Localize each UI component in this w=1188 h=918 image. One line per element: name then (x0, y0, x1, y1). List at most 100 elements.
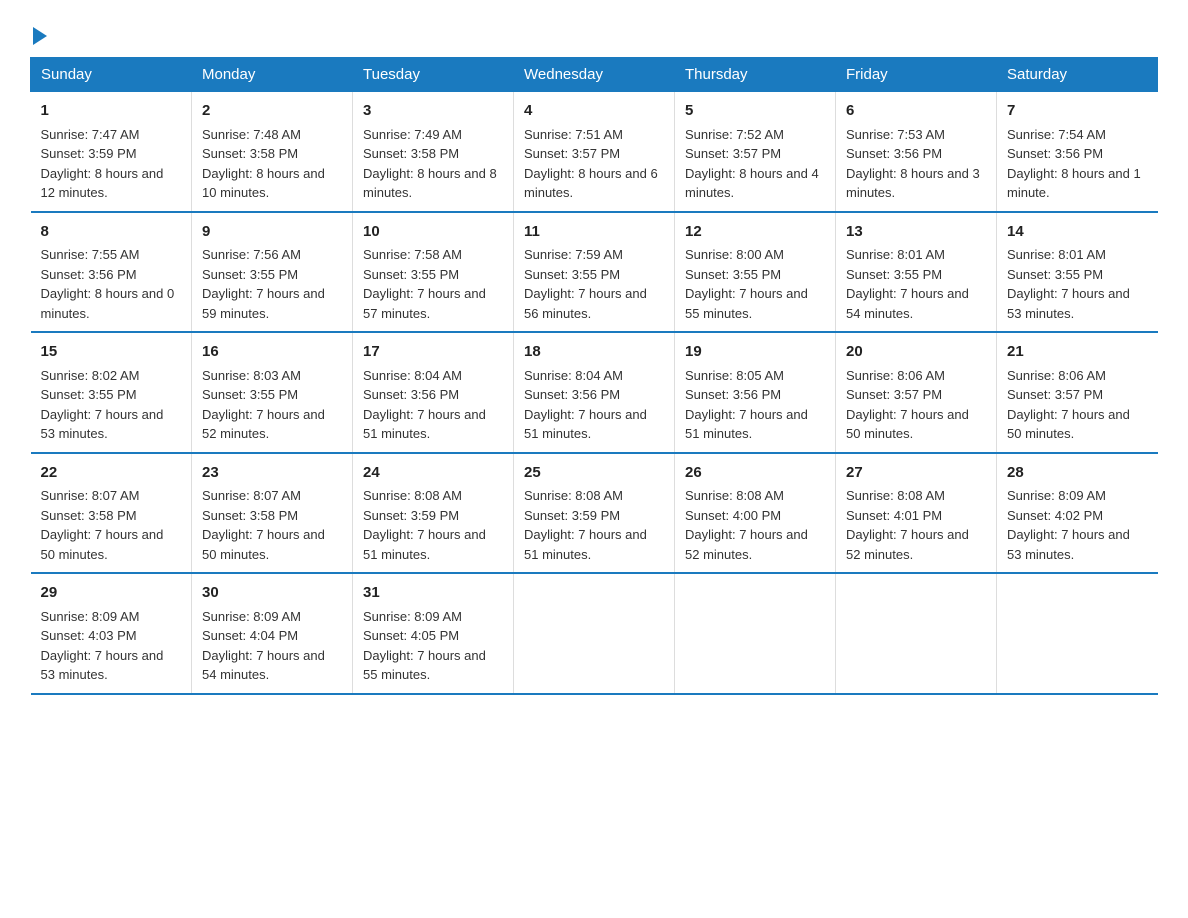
sunrise-info: Sunrise: 8:09 AM (363, 609, 462, 624)
sunrise-info: Sunrise: 8:06 AM (1007, 368, 1106, 383)
day-number: 24 (363, 462, 503, 485)
sunset-info: Sunset: 3:55 PM (524, 267, 620, 282)
calendar-cell: 4 Sunrise: 7:51 AM Sunset: 3:57 PM Dayli… (514, 92, 675, 212)
sunrise-info: Sunrise: 8:04 AM (524, 368, 623, 383)
sunrise-info: Sunrise: 8:00 AM (685, 247, 784, 262)
daylight-info: Daylight: 7 hours and 54 minutes. (202, 648, 325, 683)
calendar-cell: 6 Sunrise: 7:53 AM Sunset: 3:56 PM Dayli… (836, 92, 997, 212)
day-number: 8 (41, 221, 182, 244)
daylight-info: Daylight: 7 hours and 52 minutes. (202, 407, 325, 442)
day-number: 23 (202, 462, 342, 485)
daylight-info: Daylight: 7 hours and 51 minutes. (524, 407, 647, 442)
calendar-cell (836, 573, 997, 694)
sunrise-info: Sunrise: 7:54 AM (1007, 127, 1106, 142)
calendar-cell: 21 Sunrise: 8:06 AM Sunset: 3:57 PM Dayl… (997, 332, 1158, 453)
calendar-header-row: SundayMondayTuesdayWednesdayThursdayFrid… (31, 58, 1158, 92)
calendar-cell: 27 Sunrise: 8:08 AM Sunset: 4:01 PM Dayl… (836, 453, 997, 574)
sunrise-info: Sunrise: 8:02 AM (41, 368, 140, 383)
calendar-cell: 14 Sunrise: 8:01 AM Sunset: 3:55 PM Dayl… (997, 212, 1158, 333)
daylight-info: Daylight: 7 hours and 51 minutes. (524, 527, 647, 562)
day-number: 20 (846, 341, 986, 364)
calendar-cell: 16 Sunrise: 8:03 AM Sunset: 3:55 PM Dayl… (192, 332, 353, 453)
calendar-cell: 13 Sunrise: 8:01 AM Sunset: 3:55 PM Dayl… (836, 212, 997, 333)
day-number: 3 (363, 100, 503, 123)
daylight-info: Daylight: 7 hours and 51 minutes. (363, 527, 486, 562)
sunset-info: Sunset: 3:58 PM (363, 146, 459, 161)
calendar-table: SundayMondayTuesdayWednesdayThursdayFrid… (30, 57, 1158, 695)
sunrise-info: Sunrise: 7:55 AM (41, 247, 140, 262)
daylight-info: Daylight: 8 hours and 0 minutes. (41, 286, 175, 321)
daylight-info: Daylight: 7 hours and 55 minutes. (685, 286, 808, 321)
sunrise-info: Sunrise: 8:08 AM (363, 488, 462, 503)
daylight-info: Daylight: 7 hours and 50 minutes. (41, 527, 164, 562)
sunset-info: Sunset: 3:55 PM (41, 387, 137, 402)
daylight-info: Daylight: 7 hours and 51 minutes. (363, 407, 486, 442)
header-thursday: Thursday (675, 58, 836, 92)
daylight-info: Daylight: 7 hours and 50 minutes. (202, 527, 325, 562)
sunrise-info: Sunrise: 8:09 AM (41, 609, 140, 624)
header-tuesday: Tuesday (353, 58, 514, 92)
calendar-cell: 29 Sunrise: 8:09 AM Sunset: 4:03 PM Dayl… (31, 573, 192, 694)
page-header (30, 20, 1158, 45)
day-number: 11 (524, 221, 664, 244)
sunrise-info: Sunrise: 7:51 AM (524, 127, 623, 142)
sunset-info: Sunset: 3:55 PM (1007, 267, 1103, 282)
sunrise-info: Sunrise: 8:05 AM (685, 368, 784, 383)
week-row-2: 8 Sunrise: 7:55 AM Sunset: 3:56 PM Dayli… (31, 212, 1158, 333)
daylight-info: Daylight: 7 hours and 53 minutes. (41, 648, 164, 683)
sunrise-info: Sunrise: 7:56 AM (202, 247, 301, 262)
calendar-cell: 7 Sunrise: 7:54 AM Sunset: 3:56 PM Dayli… (997, 92, 1158, 212)
header-sunday: Sunday (31, 58, 192, 92)
day-number: 1 (41, 100, 182, 123)
day-number: 5 (685, 100, 825, 123)
calendar-cell (514, 573, 675, 694)
day-number: 27 (846, 462, 986, 485)
sunset-info: Sunset: 3:59 PM (363, 508, 459, 523)
sunset-info: Sunset: 3:55 PM (685, 267, 781, 282)
sunset-info: Sunset: 4:04 PM (202, 628, 298, 643)
sunset-info: Sunset: 3:55 PM (846, 267, 942, 282)
daylight-info: Daylight: 7 hours and 56 minutes. (524, 286, 647, 321)
sunrise-info: Sunrise: 8:08 AM (524, 488, 623, 503)
sunset-info: Sunset: 3:57 PM (846, 387, 942, 402)
sunrise-info: Sunrise: 8:04 AM (363, 368, 462, 383)
calendar-cell: 18 Sunrise: 8:04 AM Sunset: 3:56 PM Dayl… (514, 332, 675, 453)
calendar-cell: 9 Sunrise: 7:56 AM Sunset: 3:55 PM Dayli… (192, 212, 353, 333)
calendar-cell: 3 Sunrise: 7:49 AM Sunset: 3:58 PM Dayli… (353, 92, 514, 212)
day-number: 17 (363, 341, 503, 364)
sunset-info: Sunset: 3:56 PM (363, 387, 459, 402)
header-friday: Friday (836, 58, 997, 92)
daylight-info: Daylight: 7 hours and 52 minutes. (846, 527, 969, 562)
sunrise-info: Sunrise: 7:53 AM (846, 127, 945, 142)
day-number: 6 (846, 100, 986, 123)
sunset-info: Sunset: 3:57 PM (685, 146, 781, 161)
daylight-info: Daylight: 7 hours and 53 minutes. (1007, 527, 1130, 562)
week-row-3: 15 Sunrise: 8:02 AM Sunset: 3:55 PM Dayl… (31, 332, 1158, 453)
calendar-cell: 24 Sunrise: 8:08 AM Sunset: 3:59 PM Dayl… (353, 453, 514, 574)
daylight-info: Daylight: 8 hours and 4 minutes. (685, 166, 819, 201)
daylight-info: Daylight: 7 hours and 51 minutes. (685, 407, 808, 442)
sunrise-info: Sunrise: 8:01 AM (1007, 247, 1106, 262)
sunset-info: Sunset: 4:02 PM (1007, 508, 1103, 523)
sunrise-info: Sunrise: 8:09 AM (1007, 488, 1106, 503)
daylight-info: Daylight: 8 hours and 6 minutes. (524, 166, 658, 201)
daylight-info: Daylight: 8 hours and 10 minutes. (202, 166, 325, 201)
daylight-info: Daylight: 7 hours and 52 minutes. (685, 527, 808, 562)
sunrise-info: Sunrise: 8:07 AM (202, 488, 301, 503)
calendar-cell: 10 Sunrise: 7:58 AM Sunset: 3:55 PM Dayl… (353, 212, 514, 333)
calendar-cell (997, 573, 1158, 694)
calendar-cell: 22 Sunrise: 8:07 AM Sunset: 3:58 PM Dayl… (31, 453, 192, 574)
calendar-cell (675, 573, 836, 694)
sunset-info: Sunset: 3:56 PM (41, 267, 137, 282)
daylight-info: Daylight: 7 hours and 55 minutes. (363, 648, 486, 683)
header-saturday: Saturday (997, 58, 1158, 92)
calendar-cell: 30 Sunrise: 8:09 AM Sunset: 4:04 PM Dayl… (192, 573, 353, 694)
header-wednesday: Wednesday (514, 58, 675, 92)
sunset-info: Sunset: 3:57 PM (1007, 387, 1103, 402)
logo (30, 20, 47, 45)
sunset-info: Sunset: 4:00 PM (685, 508, 781, 523)
sunrise-info: Sunrise: 8:06 AM (846, 368, 945, 383)
daylight-info: Daylight: 8 hours and 8 minutes. (363, 166, 497, 201)
week-row-4: 22 Sunrise: 8:07 AM Sunset: 3:58 PM Dayl… (31, 453, 1158, 574)
week-row-5: 29 Sunrise: 8:09 AM Sunset: 4:03 PM Dayl… (31, 573, 1158, 694)
